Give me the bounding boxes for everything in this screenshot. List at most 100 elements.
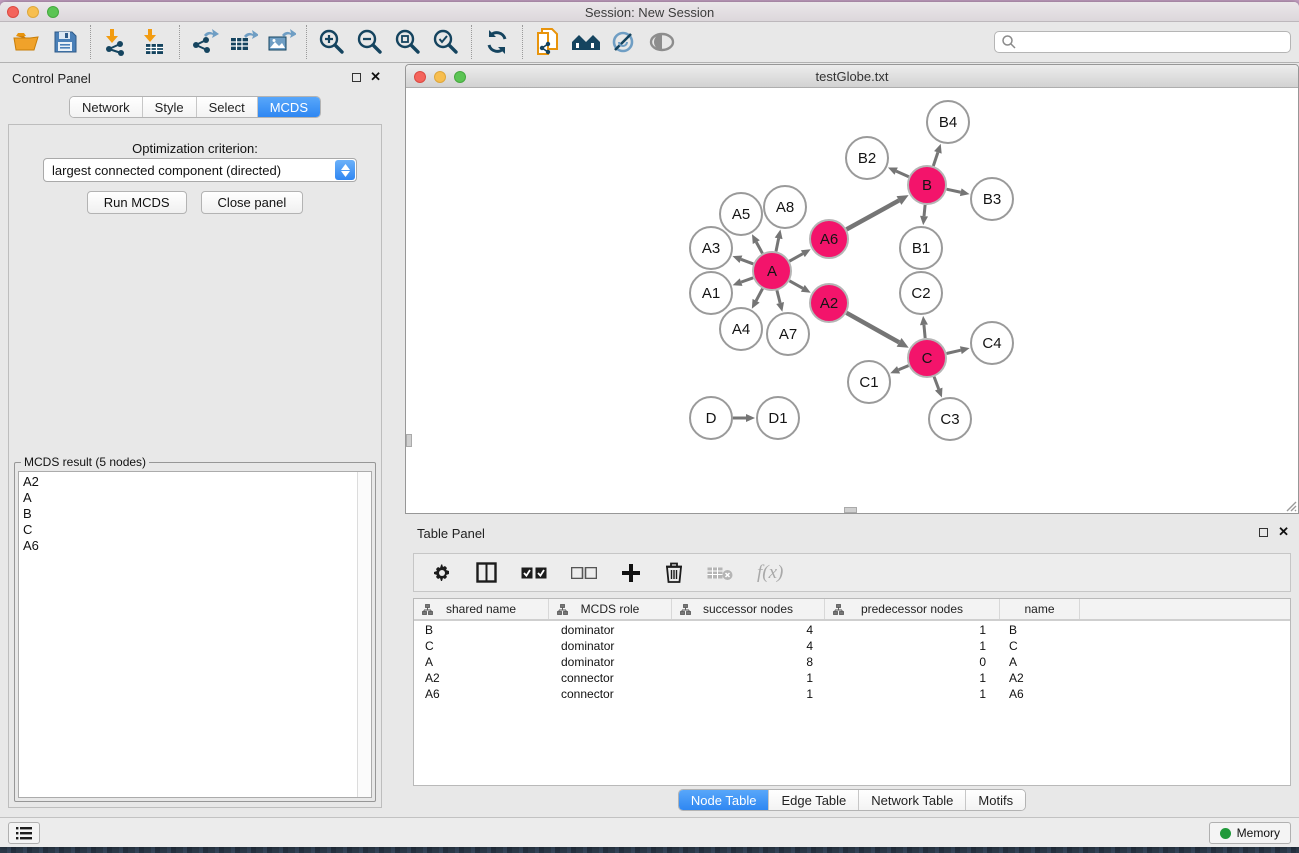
toolbar-separator: [522, 25, 523, 59]
table-row[interactable]: Cdominator41C: [414, 639, 1290, 655]
zoom-in-icon[interactable]: [313, 26, 351, 58]
mcds-result-list: A2ABCA6: [23, 474, 353, 795]
table-cell: C: [1000, 639, 1080, 655]
graph-edge-C-C4[interactable]: [946, 350, 960, 353]
graph-edge-A-A7[interactable]: [777, 290, 780, 303]
table-header-row: shared nameMCDS rolesuccessor nodesprede…: [414, 599, 1290, 621]
show-graphics-details-icon[interactable]: [605, 26, 643, 58]
table-row[interactable]: Bdominator41B: [414, 623, 1290, 639]
tab-edge-table[interactable]: Edge Table: [768, 790, 858, 810]
graph-edge-B-B4[interactable]: [933, 152, 938, 166]
search-input[interactable]: [994, 31, 1291, 53]
column-header-successor-nodes[interactable]: successor nodes: [672, 599, 825, 619]
graph-node-label: A2: [820, 295, 838, 312]
column-header-name[interactable]: name: [1000, 599, 1080, 619]
export-network-icon[interactable]: [186, 26, 224, 58]
graph-edge-A-A3[interactable]: [741, 259, 753, 264]
new-network-from-selection-icon[interactable]: [529, 26, 567, 58]
toolbar-separator: [471, 25, 472, 59]
table-cell: B: [414, 623, 549, 639]
graph-edge-A-A2[interactable]: [789, 281, 802, 289]
graph-edge-A-A6[interactable]: [789, 254, 802, 262]
column-header-MCDS-role[interactable]: MCDS role: [549, 599, 672, 619]
graph-node-label: D: [706, 410, 717, 427]
table-cell: 1: [825, 687, 1000, 703]
app-window: Session: New Session: [0, 2, 1299, 847]
tab-network-table[interactable]: Network Table: [858, 790, 965, 810]
export-table-icon[interactable]: [224, 26, 262, 58]
tab-node-table[interactable]: Node Table: [679, 790, 769, 810]
graph-edge-B-B1[interactable]: [924, 205, 925, 216]
graph-edge-A-A1[interactable]: [741, 278, 753, 282]
table-body: Bdominator41BCdominator41CAdominator80AA…: [414, 623, 1290, 785]
show-panels-button[interactable]: [8, 822, 40, 844]
graph-node-label: C: [922, 350, 933, 367]
refresh-view-icon[interactable]: [478, 26, 516, 58]
open-session-icon[interactable]: [8, 26, 46, 58]
tab-style[interactable]: Style: [142, 97, 196, 117]
show-columns-icon[interactable]: [476, 562, 497, 583]
graph-edge-A2-C[interactable]: [846, 313, 899, 343]
table-cell: 4: [672, 639, 825, 655]
resize-grip-icon[interactable]: [1283, 498, 1297, 512]
tab-mcds[interactable]: MCDS: [257, 97, 320, 117]
graph-edge-arrowhead: [733, 256, 743, 263]
close-panel-icon[interactable]: ✕: [370, 69, 381, 85]
table-cell: 1: [825, 623, 1000, 639]
zoom-out-icon[interactable]: [351, 26, 389, 58]
table-cell: A2: [414, 671, 549, 687]
delete-column-trash-icon[interactable]: [665, 562, 683, 583]
table-row[interactable]: A6connector11A6: [414, 687, 1290, 703]
table-row[interactable]: A2connector11A2: [414, 671, 1290, 687]
show-hide-eye-icon[interactable]: [643, 26, 681, 58]
memory-button[interactable]: Memory: [1209, 822, 1291, 844]
mcds-result-item[interactable]: A2: [23, 474, 353, 490]
graph-edge-B-B2[interactable]: [896, 171, 909, 177]
float-panel-icon[interactable]: [352, 73, 361, 82]
import-table-icon[interactable]: [135, 26, 173, 58]
column-header-predecessor-nodes[interactable]: predecessor nodes: [825, 599, 1000, 619]
float-panel-icon[interactable]: [1259, 528, 1268, 537]
export-image-icon[interactable]: [262, 26, 300, 58]
tab-select[interactable]: Select: [196, 97, 257, 117]
criterion-select[interactable]: largest connected component (directed): [43, 158, 357, 182]
network-window-titlebar[interactable]: testGlobe.txt: [406, 65, 1298, 88]
zoom-selected-icon[interactable]: [427, 26, 465, 58]
table-cell: dominator: [549, 639, 672, 655]
graph-edge-A-A5[interactable]: [756, 242, 762, 253]
vertical-scroll-thumb[interactable]: [406, 434, 412, 447]
tab-network[interactable]: Network: [70, 97, 142, 117]
table-row[interactable]: Adominator80A: [414, 655, 1290, 671]
column-settings-gear-icon[interactable]: [432, 563, 452, 583]
unselect-all-columns-icon[interactable]: [571, 567, 597, 579]
graph-edge-A-A4[interactable]: [756, 289, 762, 301]
import-network-icon[interactable]: [97, 26, 135, 58]
save-session-icon[interactable]: [46, 26, 84, 58]
graph-edge-A6-B[interactable]: [847, 200, 899, 229]
select-all-columns-icon[interactable]: [521, 567, 547, 579]
graph-edge-C-C2[interactable]: [924, 325, 925, 338]
table-cell: A6: [1000, 687, 1080, 703]
close-panel-icon[interactable]: ✕: [1278, 524, 1289, 540]
graph-edge-B-B3[interactable]: [947, 189, 961, 192]
graph-edge-arrowhead: [934, 144, 942, 154]
first-neighbors-icon[interactable]: [567, 26, 605, 58]
mcds-result-item[interactable]: A6: [23, 538, 353, 554]
network-canvas[interactable]: B4B2BB3A8A5A6A3B1AA1C2A2A4A7C4CC1C3DD1: [406, 89, 1298, 513]
graph-node-label: A5: [732, 206, 750, 223]
tab-motifs[interactable]: Motifs: [965, 790, 1025, 810]
result-scrollbar[interactable]: [357, 472, 371, 797]
mcds-result-item[interactable]: C: [23, 522, 353, 538]
column-header-shared-name[interactable]: shared name: [414, 599, 549, 619]
run-mcds-button[interactable]: Run MCDS: [87, 191, 187, 214]
toolbar-separator: [306, 25, 307, 59]
graph-edge-A-A8[interactable]: [776, 238, 779, 251]
zoom-fit-icon[interactable]: [389, 26, 427, 58]
graph-edge-C-C1[interactable]: [899, 366, 909, 370]
create-column-plus-icon[interactable]: [621, 563, 641, 583]
horizontal-scroll-thumb[interactable]: [844, 507, 857, 513]
close-panel-button[interactable]: Close panel: [201, 191, 304, 214]
mcds-result-item[interactable]: A: [23, 490, 353, 506]
graph-edge-C-C3[interactable]: [934, 377, 939, 389]
mcds-result-item[interactable]: B: [23, 506, 353, 522]
